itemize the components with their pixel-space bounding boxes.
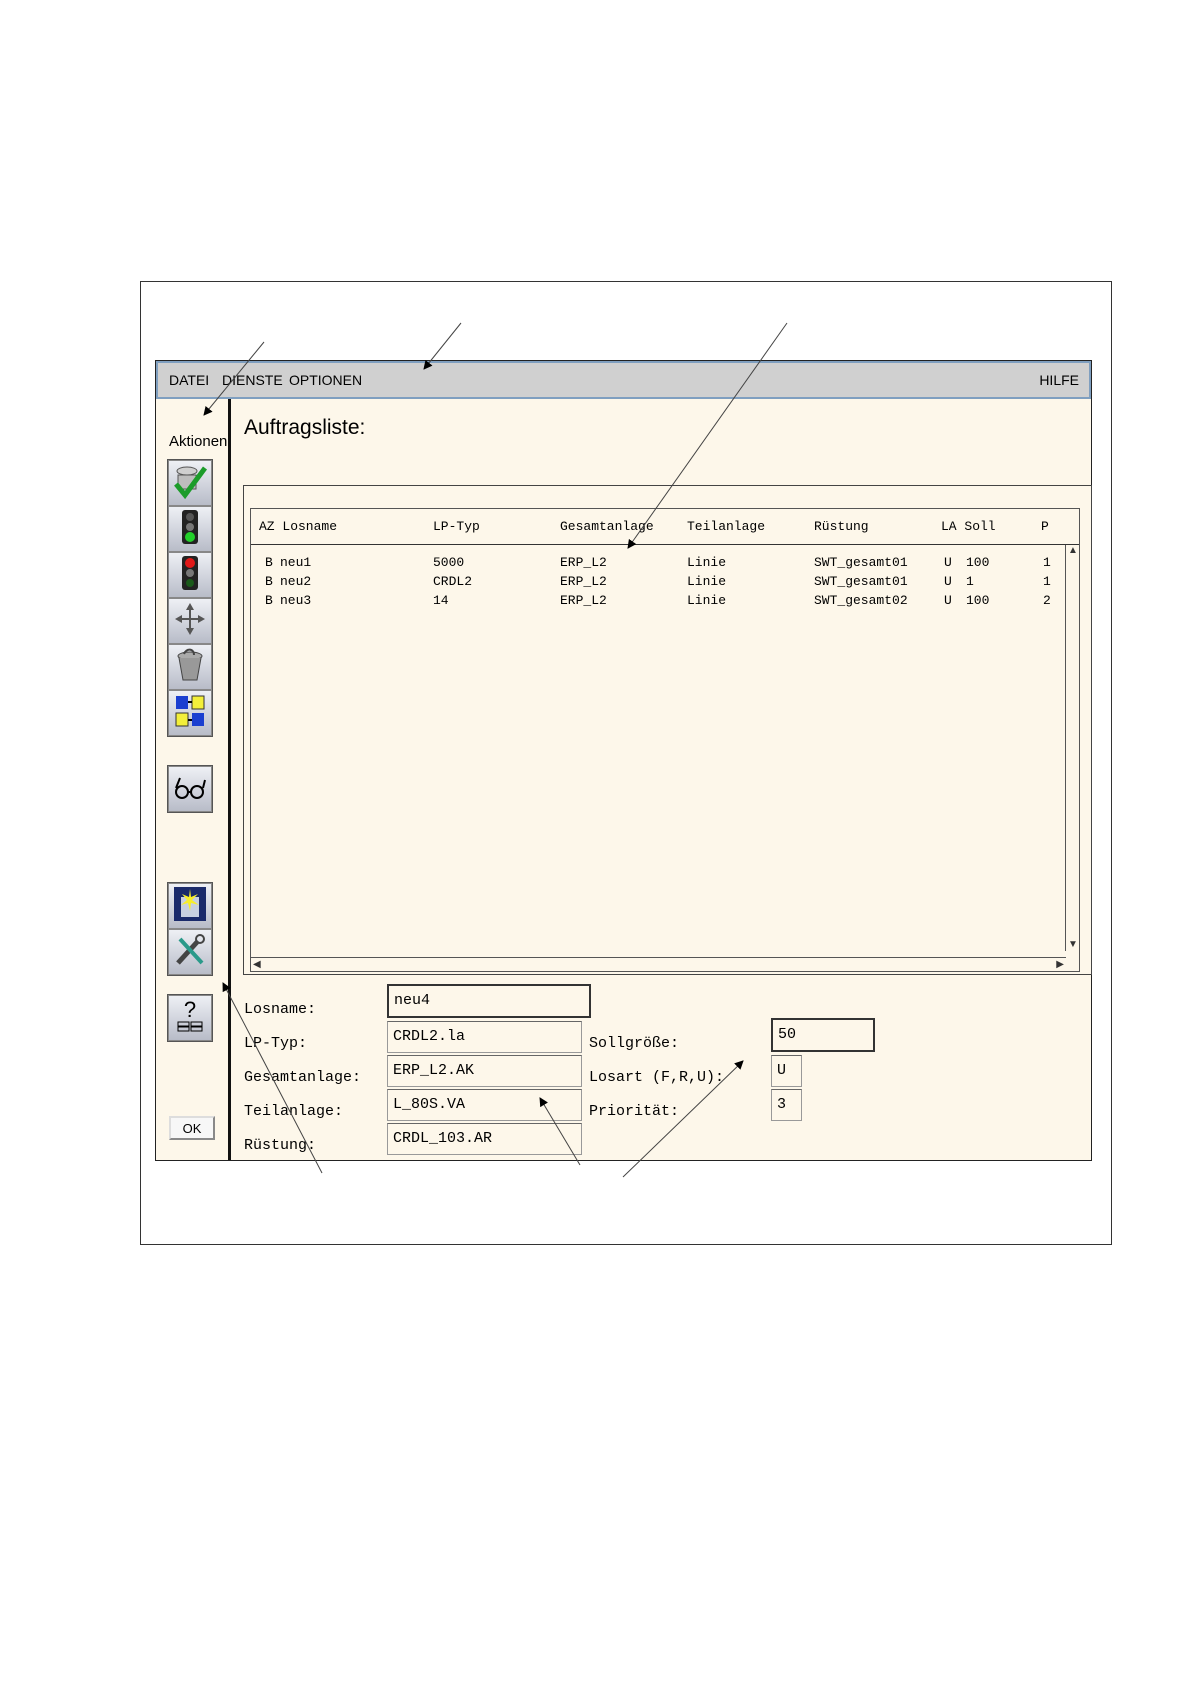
callout-line (627, 322, 788, 549)
callout-line (539, 1097, 581, 1166)
callout-line (622, 1060, 744, 1178)
callout-line (203, 341, 265, 416)
callout-line (423, 322, 462, 370)
callout-line (222, 982, 323, 1174)
annotation-callouts (203, 322, 788, 1178)
